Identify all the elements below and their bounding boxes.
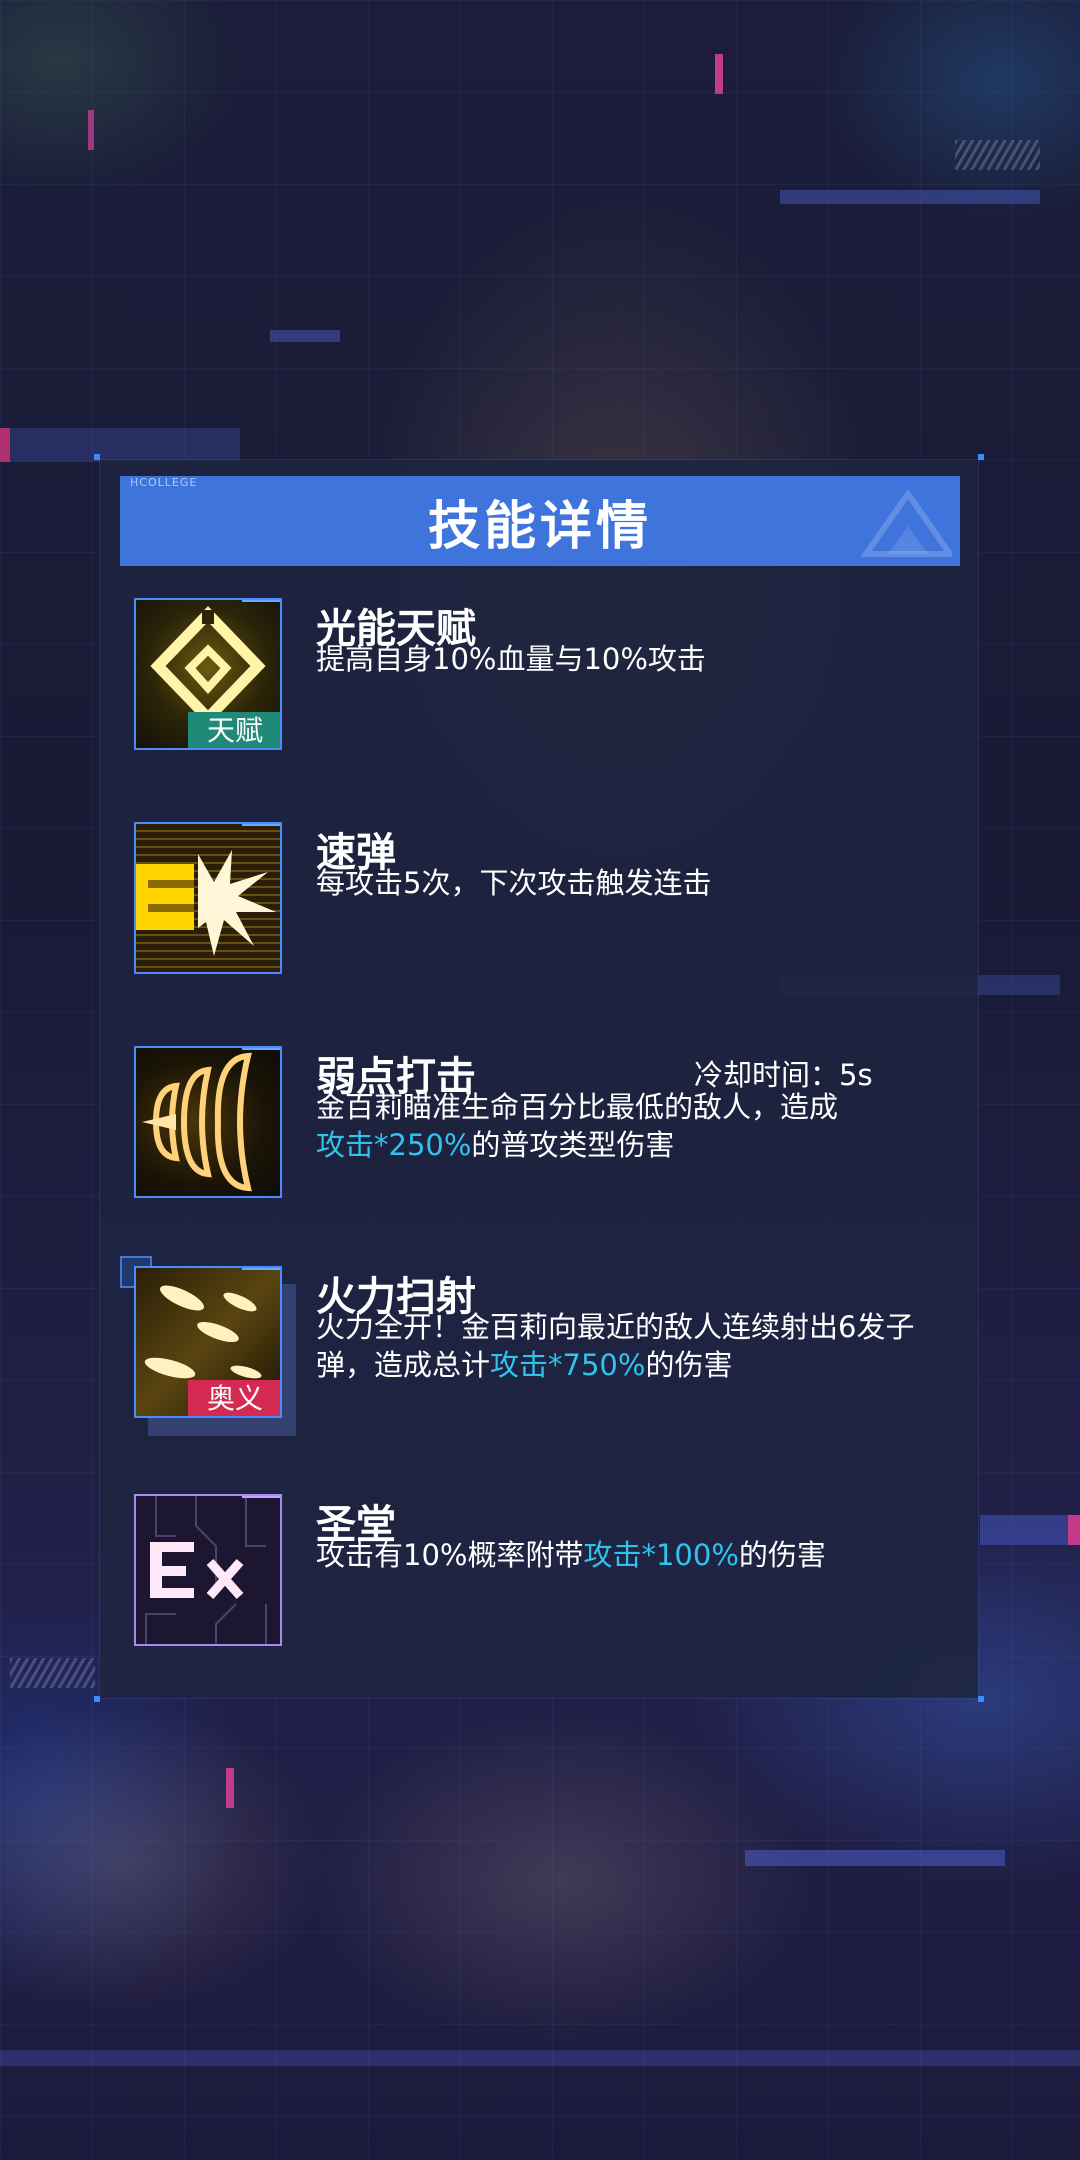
- skill-description: 金百莉瞄准生命百分比最低的敌人，造成 攻击*250%的普攻类型伤害: [316, 1088, 956, 1164]
- skill-icon-frame: [134, 1046, 282, 1198]
- skill-description: 提高自身10%血量与10%攻击: [316, 642, 706, 676]
- glitch-bar: [745, 1850, 1005, 1866]
- panel-corner-marker: [978, 454, 984, 460]
- glitch-bar: [780, 190, 1040, 204]
- glitch-bar: [0, 2050, 1080, 2066]
- glitch-bar: [0, 428, 240, 462]
- glitch-bar: [715, 54, 723, 94]
- glitch-bar: [88, 110, 94, 150]
- description-text: 金百莉瞄准生命百分比最低的敌人，造成: [316, 1090, 839, 1124]
- skill-description: 每攻击5次，下次攻击触发连击: [316, 866, 712, 900]
- header-tag: HCOLLEGE: [130, 476, 198, 489]
- description-text: 的伤害: [645, 1348, 733, 1382]
- skill-icon-frame: [134, 1494, 282, 1646]
- skill-icon-frame: 奥义: [134, 1266, 282, 1418]
- skill-description: 攻击有10%概率附带攻击*100%的伤害: [316, 1536, 956, 1574]
- panel-corner-marker: [94, 1696, 100, 1702]
- talent-badge: 天赋: [188, 712, 280, 748]
- skill-icon-frame: 天赋: [134, 598, 282, 750]
- page-title: 技能详情: [427, 496, 652, 557]
- panel-corner-marker: [978, 1696, 984, 1702]
- glitch-bar: [270, 330, 340, 342]
- damage-multiplier: 攻击*100%: [583, 1538, 739, 1572]
- glitch-bar: [0, 428, 10, 462]
- panel-header: HCOLLEGE 技能详情: [120, 476, 960, 566]
- glitch-bar: [980, 1515, 1080, 1545]
- panel-corner-marker: [94, 454, 100, 460]
- brand-logo-icon: [860, 488, 952, 557]
- ultimate-badge: 奥义: [188, 1380, 280, 1416]
- description-text: 的伤害: [738, 1538, 826, 1572]
- skill-icon-frame: [134, 822, 282, 974]
- damage-multiplier: 攻击*250%: [316, 1128, 472, 1162]
- ex-circuit-icon: [145, 1496, 267, 1644]
- glitch-bar: [226, 1768, 234, 1808]
- glitch-bar: [10, 1658, 95, 1688]
- rapid-bullet-icon: [136, 850, 276, 956]
- damage-multiplier: 攻击*750%: [490, 1348, 646, 1382]
- glitch-bar: [1068, 1515, 1080, 1545]
- description-text: 攻击有10%概率附带: [316, 1538, 584, 1572]
- weak-point-strike-icon: [142, 1052, 252, 1192]
- skill-description: 火力全开！金百莉向最近的敌人连续射出6发子弹，造成总计攻击*750%的伤害: [316, 1308, 936, 1384]
- glitch-bar: [955, 140, 1040, 170]
- description-text: 的普攻类型伤害: [471, 1128, 675, 1162]
